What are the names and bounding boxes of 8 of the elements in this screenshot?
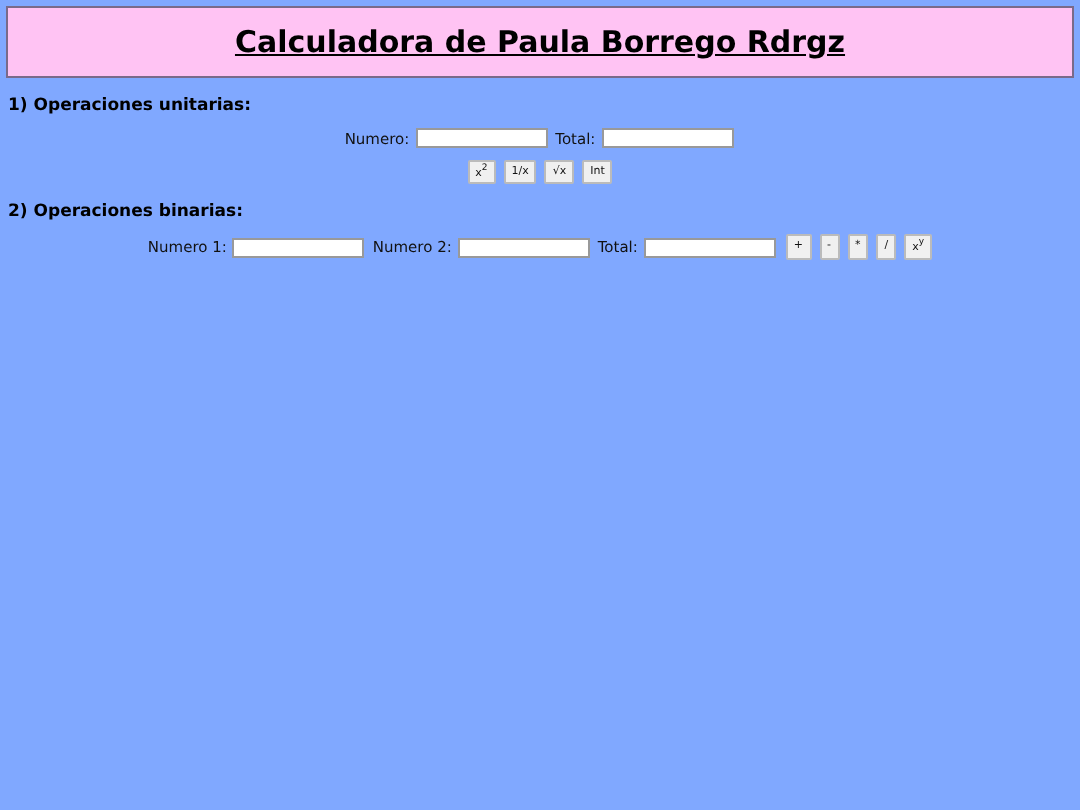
page-title: Calculadora de Paula Borrego Rdrgz [234, 24, 846, 60]
input-field[interactable] [232, 237, 365, 258]
input-field[interactable] [415, 128, 548, 148]
input-field[interactable] [643, 237, 776, 258]
input-field[interactable] [601, 128, 734, 148]
section-heading: 2) Operaciones binarias: [8, 202, 245, 223]
input-field[interactable] [457, 237, 590, 258]
section-heading: 1) Operaciones unitarias: [8, 96, 254, 116]
